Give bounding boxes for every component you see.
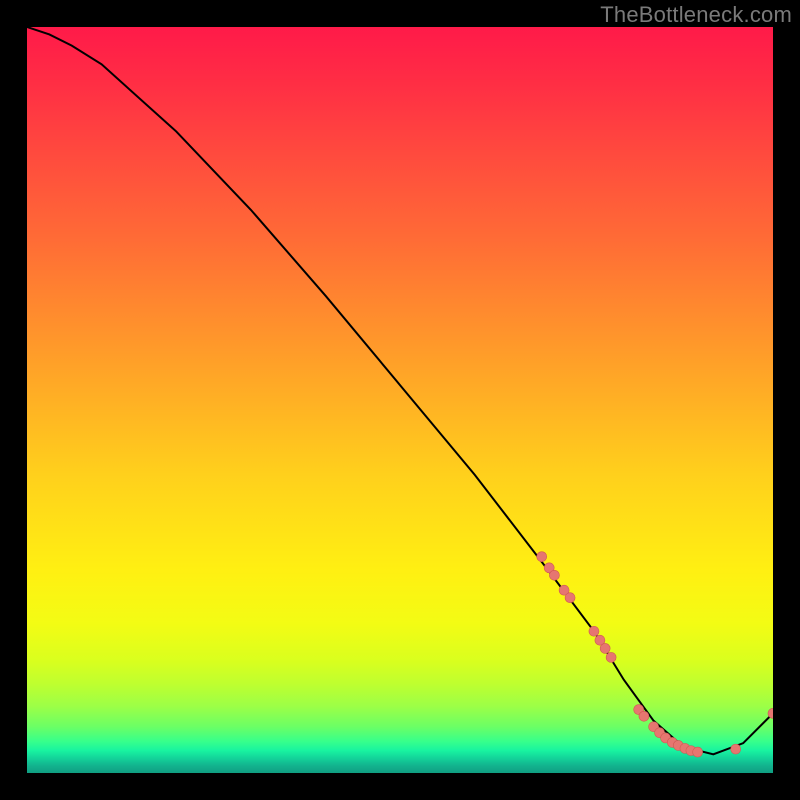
plot-area (27, 27, 773, 773)
chart-frame: TheBottleneck.com (0, 0, 800, 800)
gradient-background (27, 27, 773, 773)
watermark-text: TheBottleneck.com (600, 2, 792, 28)
